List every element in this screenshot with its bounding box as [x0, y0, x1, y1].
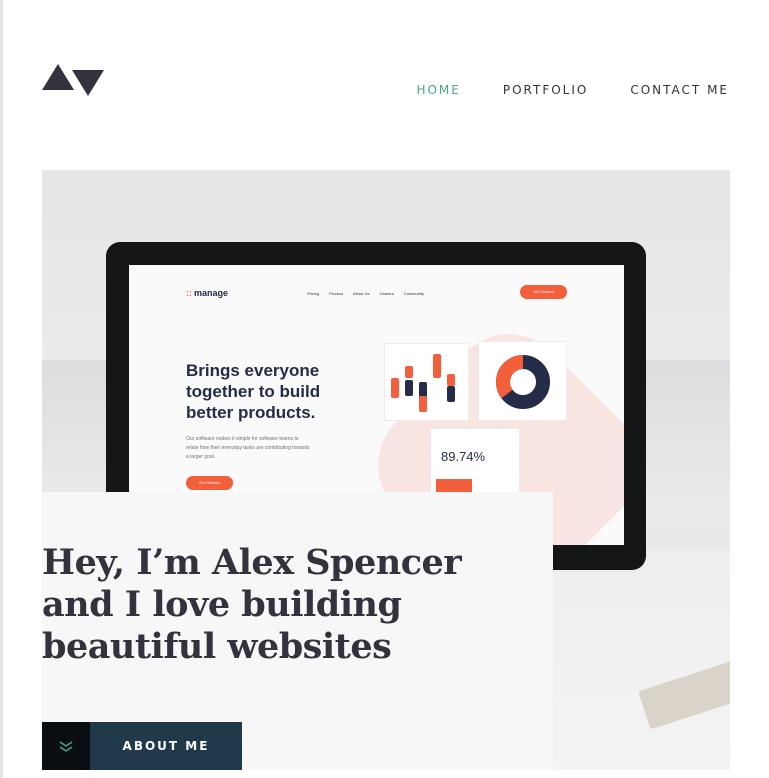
- mockup-donut-card: [478, 341, 567, 421]
- mockup-nav-item: Community: [403, 291, 424, 296]
- av-logo-icon[interactable]: [42, 64, 104, 98]
- intro-heading: Hey, I’m Alex Spencer and I love buildin…: [42, 542, 462, 667]
- nav-home[interactable]: HOME: [416, 82, 460, 98]
- about-me-label: ABOUT ME: [122, 739, 210, 753]
- nav-portfolio[interactable]: PORTFOLIO: [503, 82, 589, 98]
- mockup-body: Our software makes it simple for softwar…: [186, 436, 310, 460]
- mockup-get-started-2: Get Started: [186, 476, 233, 490]
- intro-panel: Hey, I’m Alex Spencer and I love buildin…: [42, 492, 553, 770]
- mockup-nav-item: Careers: [379, 291, 394, 296]
- mockup-nav-item: Pricing: [307, 291, 320, 296]
- about-me-button[interactable]: ABOUT ME: [42, 722, 242, 770]
- mockup-bar-card: [384, 343, 469, 421]
- nav-contact-me[interactable]: CONTACT ME: [630, 82, 729, 98]
- mockup-nav-item: Product: [329, 291, 344, 296]
- main-nav: HOME PORTFOLIO CONTACT ME: [416, 82, 729, 98]
- chevron-double-down-icon: [42, 722, 90, 770]
- mockup-nav: Pricing Product About Us Careers Communi…: [307, 291, 424, 296]
- mockup-headline: Brings everyone together to build better…: [186, 361, 321, 422]
- mockup-get-started: Get Started: [520, 285, 567, 299]
- page-left-border: [0, 0, 3, 778]
- mockup-brand: manage: [194, 288, 229, 298]
- mockup-nav-item: About Us: [353, 291, 370, 296]
- mockup-logo: :: manage: [186, 288, 229, 298]
- mockup-stat: 89.74%: [441, 449, 486, 464]
